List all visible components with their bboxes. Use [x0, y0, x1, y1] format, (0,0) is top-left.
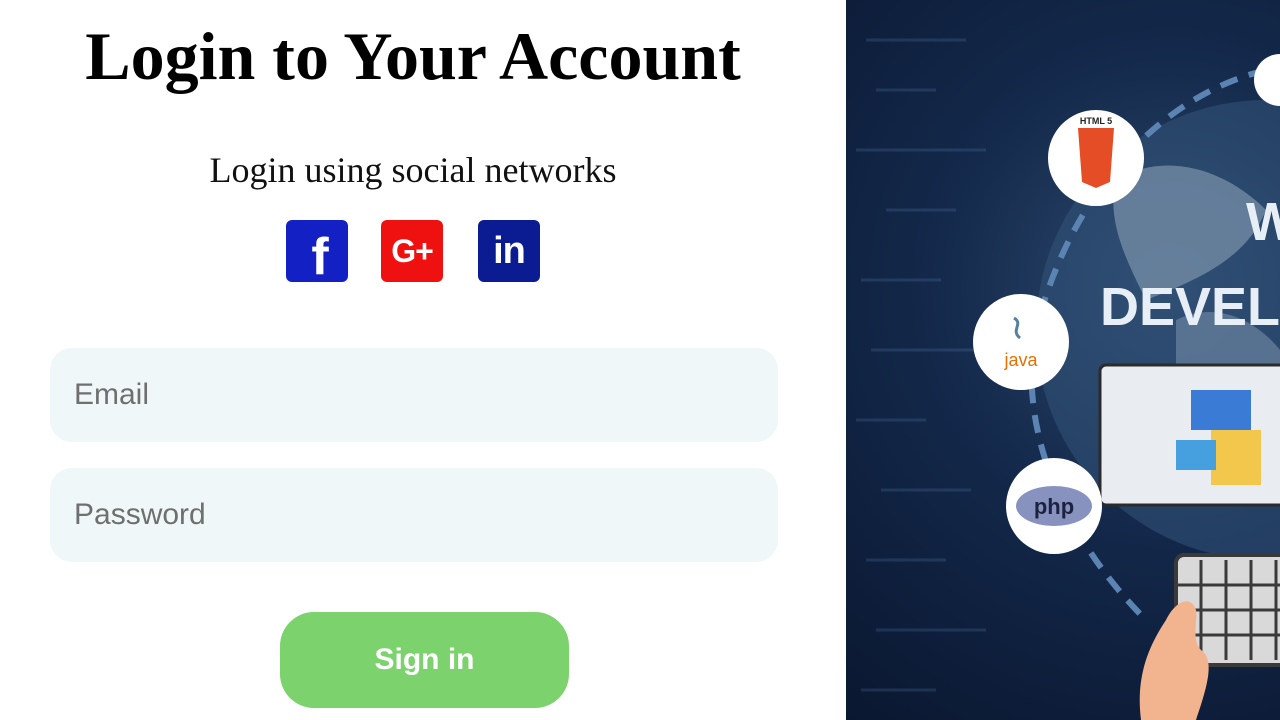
php-badge-label: php — [1034, 494, 1074, 519]
page-title: Login to Your Account — [85, 18, 741, 94]
hero-image: W DEVEL HTML 5 java php — [846, 0, 1280, 720]
sign-in-button[interactable]: Sign in — [280, 612, 569, 708]
html5-badge: HTML 5 — [1048, 110, 1144, 206]
social-login-prompt: Login using social networks — [209, 150, 617, 190]
linkedin-login-button[interactable]: in — [478, 220, 540, 282]
google-plus-icon: G+ — [391, 233, 434, 269]
hero-line-2: DEVEL — [1100, 277, 1280, 337]
java-badge: java — [973, 294, 1069, 390]
java-badge-label: java — [1003, 350, 1038, 370]
linkedin-icon: in — [493, 230, 526, 272]
html5-badge-label: HTML 5 — [1080, 116, 1112, 126]
login-panel: Login to Your Account Login using social… — [0, 0, 846, 720]
php-badge: php — [1006, 458, 1102, 554]
email-field[interactable] — [50, 348, 778, 442]
password-field[interactable] — [50, 468, 778, 562]
facebook-icon: f — [311, 228, 329, 286]
hero-line-1: W — [1246, 192, 1280, 252]
facebook-login-button[interactable]: f — [286, 220, 348, 286]
google-plus-login-button[interactable]: G+ — [381, 220, 443, 282]
web-development-illustration: W DEVEL HTML 5 java php — [856, 38, 1280, 720]
